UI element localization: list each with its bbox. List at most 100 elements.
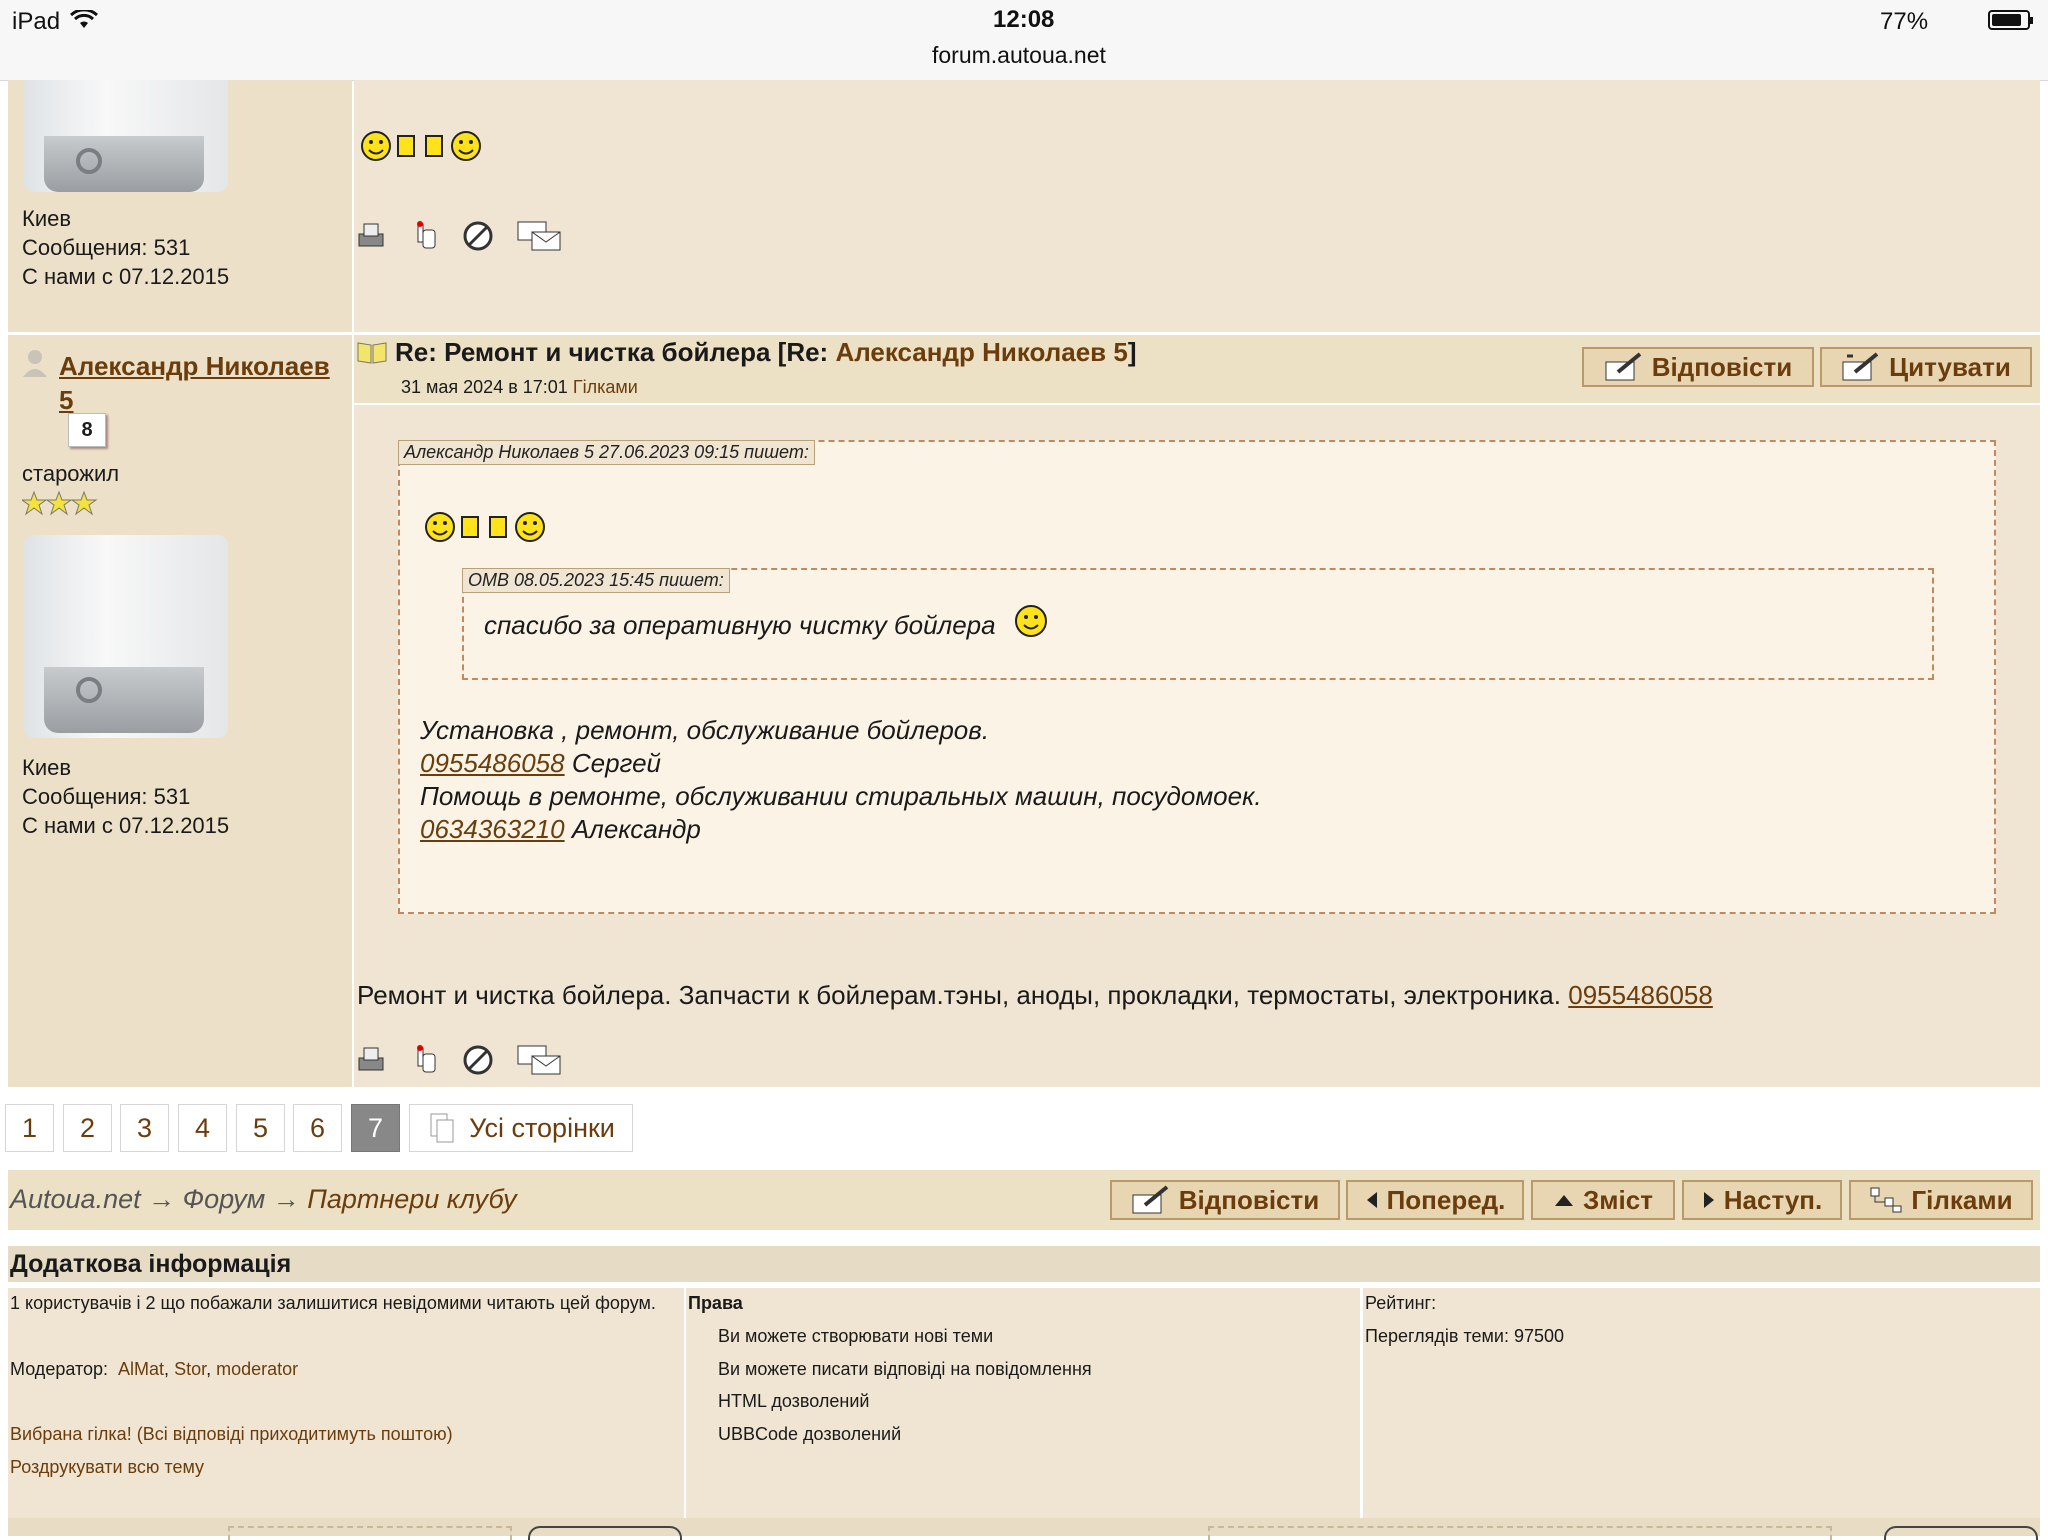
moderators: Модератор: AlMat, Stor, moderator bbox=[10, 1359, 299, 1379]
readers-count: 1 користувачів і 2 що побажали залишитис… bbox=[10, 1293, 656, 1313]
block-icon[interactable] bbox=[462, 220, 494, 252]
user-offline-icon bbox=[23, 350, 47, 377]
right-item: HTML дозволений bbox=[718, 1391, 870, 1411]
page-6[interactable]: 6 bbox=[293, 1104, 342, 1152]
breadcrumb-forum[interactable]: Форум bbox=[183, 1184, 266, 1214]
nav-contents-button[interactable]: Зміст bbox=[1531, 1180, 1675, 1220]
page-5[interactable]: 5 bbox=[236, 1104, 285, 1152]
hand-icon[interactable] bbox=[410, 1044, 440, 1076]
print-icon[interactable] bbox=[356, 220, 386, 252]
triangle-up-icon bbox=[1555, 1195, 1574, 1206]
author-messages: Сообщения: 531 bbox=[22, 784, 191, 809]
outer-quote-header: Александр Николаев 5 27.06.2023 09:15 пи… bbox=[398, 440, 815, 465]
quote-button[interactable]: Цитувати bbox=[1820, 347, 2032, 387]
rating-stars-icon bbox=[22, 491, 98, 516]
open-book-icon bbox=[357, 342, 387, 364]
moderator-link[interactable]: Stor bbox=[174, 1359, 206, 1379]
info-column-stats: Рейтинг: Переглядів теми: 97500 bbox=[1363, 1288, 2040, 1518]
page-3[interactable]: 3 bbox=[120, 1104, 169, 1152]
inner-quote-text: спасибо за оперативную чистку бойлера bbox=[484, 610, 996, 640]
tree-icon bbox=[1870, 1187, 1902, 1213]
favorite-thread-link[interactable]: Вибрана гілка! (Всі відповіді приходитим… bbox=[10, 1424, 453, 1445]
nav-prev-button[interactable]: Поперед. bbox=[1346, 1180, 1524, 1220]
nav-next-button[interactable]: Наступ. bbox=[1682, 1180, 1842, 1220]
page-2[interactable]: 2 bbox=[63, 1104, 112, 1152]
beer-smileys-icon bbox=[425, 512, 545, 542]
prev-post-body bbox=[354, 80, 2040, 332]
pages-icon bbox=[430, 1113, 454, 1143]
rating-label: Рейтинг: bbox=[1365, 1293, 1437, 1313]
prev-post-sidebar: Киев Сообщения: 531 С нами с 07.12.2015 bbox=[8, 80, 352, 332]
all-pages-button[interactable]: Усі сторінки bbox=[409, 1104, 633, 1152]
moderator-link[interactable]: AlMat bbox=[118, 1359, 164, 1379]
print-icon[interactable] bbox=[356, 1044, 386, 1076]
rank-badge: 8 bbox=[68, 413, 106, 447]
prev-messages: Сообщения: 531 bbox=[22, 235, 191, 260]
contact-name-1: Сергей bbox=[571, 748, 661, 778]
rights-heading: Права bbox=[688, 1293, 743, 1313]
nav-reply-button[interactable]: Відповісти bbox=[1110, 1180, 1340, 1220]
beer-smileys-icon bbox=[361, 131, 481, 161]
triangle-left-icon bbox=[1366, 1192, 1377, 1208]
triangle-right-icon bbox=[1703, 1192, 1714, 1208]
url-bar[interactable]: forum.autoua.net bbox=[932, 42, 1106, 69]
quote-icon bbox=[1842, 352, 1879, 381]
page-current[interactable]: 7 bbox=[351, 1104, 400, 1152]
author-city: Киев bbox=[22, 755, 72, 780]
device-label: iPad bbox=[12, 8, 61, 35]
right-item: Ви можете писати відповіді на повідомлен… bbox=[718, 1359, 1092, 1379]
smiley-icon bbox=[1015, 605, 1047, 637]
breadcrumb: Autoua.net → Форум → Партнери клубу bbox=[10, 1184, 517, 1214]
battery-percent: 77% bbox=[1880, 8, 1929, 35]
signature-text: Ремонт и чистка бойлера. Запчасти к бойл… bbox=[357, 980, 1561, 1010]
battery-icon bbox=[1988, 10, 2033, 30]
signature: Ремонт и чистка бойлера. Запчасти к бойл… bbox=[357, 980, 1713, 1011]
right-item: UBBCode дозволений bbox=[718, 1424, 902, 1444]
reply-icon bbox=[1132, 1185, 1169, 1214]
avatar bbox=[24, 80, 228, 192]
info-column-rights: Права Ви можете створювати нові теми Ви … bbox=[686, 1288, 1360, 1518]
page-4[interactable]: 4 bbox=[178, 1104, 227, 1152]
views-count: Переглядів теми: 97500 bbox=[1365, 1326, 1564, 1346]
breadcrumb-section[interactable]: Партнери клубу bbox=[307, 1184, 516, 1214]
message-icon[interactable] bbox=[516, 220, 562, 252]
post-author-sidebar: Александр Николаев 5 8 старожил Киев Сооб… bbox=[8, 335, 352, 1087]
post-title: Re: Ремонт и чистка бойлера [Re: Алексан… bbox=[395, 337, 1137, 367]
info-heading: Додаткова інформація bbox=[10, 1250, 292, 1278]
page-1[interactable]: 1 bbox=[5, 1104, 54, 1152]
moderator-link[interactable]: moderator bbox=[216, 1359, 298, 1379]
nav-branches-button[interactable]: Гілками bbox=[1849, 1180, 2033, 1220]
post-date: 31 мая 2024 в 17:01 bbox=[401, 377, 568, 397]
post-title-author[interactable]: Александр Николаев 5 bbox=[835, 337, 1127, 367]
block-icon[interactable] bbox=[462, 1044, 494, 1076]
bottom-strip bbox=[8, 1518, 2040, 1540]
member-status: старожил bbox=[22, 461, 120, 486]
print-thread-link[interactable]: Роздрукувати всю тему bbox=[10, 1457, 204, 1478]
hand-icon[interactable] bbox=[410, 220, 440, 252]
avatar bbox=[24, 535, 228, 738]
contact-name-2: Александр bbox=[571, 814, 701, 844]
author-since: С нами с 07.12.2015 bbox=[22, 813, 230, 838]
reply-button[interactable]: Відповісти bbox=[1582, 347, 1814, 387]
info-header: Додаткова інформація bbox=[8, 1246, 2040, 1282]
message-icon[interactable] bbox=[516, 1044, 562, 1076]
info-column-users: 1 користувачів і 2 що побажали залишитис… bbox=[8, 1288, 684, 1518]
quoted-signature: Установка , ремонт, обслуживание бойлеро… bbox=[420, 714, 1262, 846]
clock: 12:08 bbox=[993, 6, 1055, 33]
signature-phone-link[interactable]: 0955486058 bbox=[1568, 980, 1713, 1010]
phone-link-1[interactable]: 0955486058 bbox=[420, 748, 565, 778]
breadcrumb-site[interactable]: Autoua.net bbox=[10, 1184, 141, 1214]
author-link[interactable]: Александр Николаев 5 bbox=[59, 349, 330, 417]
prev-city: Киев bbox=[22, 206, 72, 231]
reply-icon bbox=[1605, 352, 1642, 381]
quote-line-service: Установка , ремонт, обслуживание бойлеро… bbox=[420, 715, 990, 745]
inner-quote-header: ОМВ 08.05.2023 15:45 пишет: bbox=[462, 568, 730, 593]
phone-link-2[interactable]: 0634363210 bbox=[420, 814, 565, 844]
quote-line-help: Помощь в ремонте, обслуживании стиральны… bbox=[420, 781, 1262, 811]
post-meta: 31 мая 2024 в 17:01 Гілками bbox=[401, 377, 638, 398]
prev-since: С нами с 07.12.2015 bbox=[22, 264, 230, 289]
branches-link[interactable]: Гілками bbox=[573, 377, 638, 397]
status-bar: iPad 12:08 forum.autoua.net 77% bbox=[0, 0, 2048, 81]
wifi-icon bbox=[70, 10, 98, 28]
right-item: Ви можете створювати нові теми bbox=[718, 1326, 994, 1346]
